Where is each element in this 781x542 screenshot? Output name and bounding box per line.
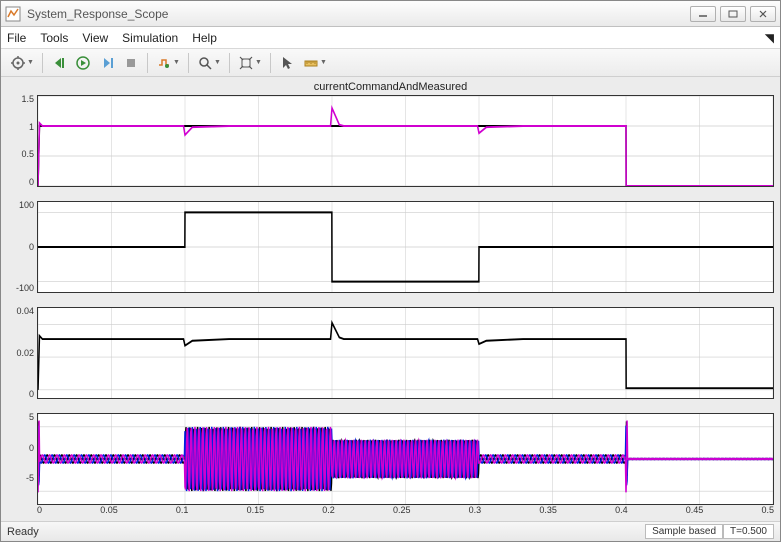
menu-tools[interactable]: Tools (40, 31, 68, 45)
menubar: File Tools View Simulation Help ◥ (1, 27, 780, 49)
menu-file[interactable]: File (7, 31, 26, 45)
menu-view[interactable]: View (82, 31, 108, 45)
plot-canvas[interactable] (37, 201, 774, 293)
measure-button[interactable]: ▼ (300, 52, 330, 74)
y-axis: 1000-100 (7, 201, 37, 293)
statusbar: Ready Sample based T=0.500 (1, 521, 780, 541)
window-title: System_Response_Scope (27, 7, 690, 21)
status-time: T=0.500 (723, 524, 774, 539)
plot-1: 1000-100 (7, 187, 774, 293)
menu-simulation[interactable]: Simulation (122, 31, 178, 45)
status-mode: Sample based (645, 524, 723, 539)
config-button[interactable]: ▼ (7, 52, 37, 74)
autoscale-button[interactable]: ▼ (235, 52, 265, 74)
plot-canvas[interactable] (37, 95, 774, 187)
stop-button[interactable] (120, 52, 142, 74)
app-icon (5, 6, 21, 22)
maximize-button[interactable] (720, 6, 746, 22)
menu-help[interactable]: Help (192, 31, 217, 45)
zoom-button[interactable]: ▼ (194, 52, 224, 74)
step-back-button[interactable] (48, 52, 70, 74)
y-axis: 1.510.50 (7, 95, 37, 187)
plots-area: currentCommandAndMeasured 1.510.50 1000-… (1, 77, 780, 521)
plot-title (7, 399, 774, 413)
status-text: Ready (7, 526, 39, 538)
plot-0: currentCommandAndMeasured 1.510.50 (7, 81, 774, 187)
y-axis: 50-5 (7, 413, 37, 505)
menu-overflow-icon[interactable]: ◥ (765, 31, 774, 45)
cursor-button[interactable] (276, 52, 298, 74)
minimize-button[interactable] (690, 6, 716, 22)
y-axis: 0.040.020 (7, 307, 37, 399)
titlebar: System_Response_Scope (1, 1, 780, 27)
plot-2: 0.040.020 (7, 293, 774, 399)
trigger-button[interactable]: ▼ (153, 52, 183, 74)
toolbar: ▼ ▼ ▼ ▼ ▼ (1, 49, 780, 77)
plot-3: 50-5 (7, 399, 774, 505)
x-axis: 00.050.10.150.20.250.30.350.40.450.5 (7, 505, 774, 519)
plot-title: currentCommandAndMeasured (7, 81, 774, 95)
close-button[interactable] (750, 6, 776, 22)
plot-canvas[interactable] (37, 307, 774, 399)
step-forward-button[interactable] (96, 52, 118, 74)
plot-title (7, 187, 774, 201)
plot-canvas[interactable] (37, 413, 774, 505)
run-button[interactable] (72, 52, 94, 74)
plot-title (7, 293, 774, 307)
